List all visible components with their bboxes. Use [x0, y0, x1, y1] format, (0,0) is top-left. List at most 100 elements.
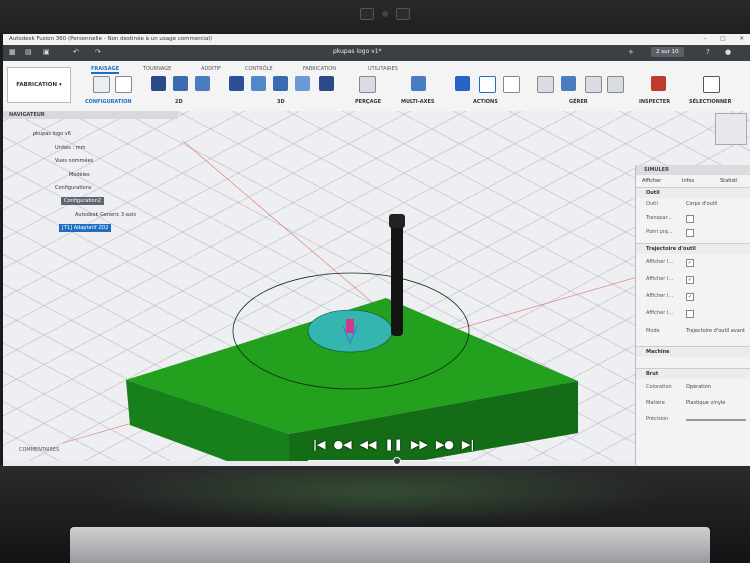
tab-fraisage[interactable]: FRAISAGE: [91, 66, 119, 74]
file-icon[interactable]: ▤: [25, 48, 32, 56]
simulate-icon[interactable]: [455, 76, 470, 91]
tool-display-select[interactable]: Corps d'outil: [686, 200, 718, 209]
post-process-icon[interactable]: [479, 76, 496, 93]
tool-holder: [389, 214, 405, 228]
playback-timeline[interactable]: [308, 460, 468, 461]
tab-utilitaires[interactable]: UTILITAIRES: [368, 66, 398, 72]
playback-scrubber[interactable]: [393, 457, 401, 465]
select-icon[interactable]: [703, 76, 720, 93]
redo-icon[interactable]: ↷: [95, 48, 101, 56]
tab-fabrication[interactable]: FABRICATION: [303, 66, 336, 72]
tree-adaptive-op[interactable]: [T1] Adaptatif 2D2: [59, 224, 112, 232]
section-tool[interactable]: Outil: [636, 187, 750, 198]
undo-icon[interactable]: ↶: [73, 48, 79, 56]
toolpath-checkbox-4[interactable]: [686, 310, 694, 318]
forward-icon[interactable]: ▶▶: [411, 438, 428, 451]
title-bar: Autodesk Fusion 360 (Personnelle - Non d…: [3, 34, 750, 45]
save-icon[interactable]: ▣: [43, 48, 50, 56]
group-inspecter[interactable]: INSPECTER: [639, 99, 670, 105]
3d-contour-icon[interactable]: [295, 76, 310, 91]
group-selectionner[interactable]: SÉLECTIONNER: [689, 99, 731, 105]
2d-contour-icon[interactable]: [173, 76, 188, 91]
setup-sheet-icon[interactable]: [503, 76, 520, 93]
section-machine[interactable]: Machine: [636, 346, 750, 357]
group-actions[interactable]: ACTIONS: [473, 99, 498, 105]
group-multi-axes[interactable]: MULTI-AXES: [401, 99, 434, 105]
section-toolpath[interactable]: Trajectoire d'outil: [636, 243, 750, 254]
simulate-panel: SIMULER Afficher Infos Statisti Outil Ou…: [635, 165, 750, 465]
new-setup-icon[interactable]: [115, 76, 132, 93]
window-title: Autodesk Fusion 360 (Personnelle - Non d…: [9, 36, 212, 42]
rewind-icon[interactable]: ◀◀: [360, 438, 377, 451]
toolpath-mode-select[interactable]: Trajectoire d'outil avant: [686, 327, 745, 336]
3d-adaptive-icon[interactable]: [229, 76, 244, 91]
laptop-keyboard-deck: [70, 527, 710, 563]
toolpath-checkbox-2[interactable]: ✓: [686, 276, 694, 284]
stock-coloring-select[interactable]: Opération: [686, 383, 711, 392]
section-stock[interactable]: Brut: [636, 368, 750, 379]
minimize-icon[interactable]: –: [703, 34, 706, 45]
transparency-checkbox[interactable]: [686, 215, 694, 223]
document-tab-bar: ▦ ▤ ▣ ↶ ↷ pkupas logo v1* + 2 sur 10 ? ●: [3, 45, 750, 61]
2d-pocket-icon[interactable]: [151, 76, 166, 91]
workspace-switcher[interactable]: FABRICATION ▾: [7, 67, 71, 103]
tool-library-icon[interactable]: [537, 76, 554, 93]
tree-named-views[interactable]: Vues nommées: [55, 158, 93, 164]
grid-icon[interactable]: ▦: [9, 48, 16, 56]
tab-additif[interactable]: ADDITIF: [201, 66, 221, 72]
skip-start-icon[interactable]: |◀: [313, 438, 325, 451]
tab-controle[interactable]: CONTRÔLE: [245, 66, 273, 72]
pivot-checkbox[interactable]: [686, 229, 694, 237]
template-icon[interactable]: [561, 76, 576, 91]
tree-configurations[interactable]: Configurations: [55, 185, 92, 191]
group-percage[interactable]: PERÇAGE: [355, 99, 381, 105]
account-icon[interactable]: ●: [725, 48, 731, 56]
laptop-bezel-top: [0, 0, 750, 36]
tool-tip: [346, 319, 354, 333]
comments-label[interactable]: COMMENTAIRES: [19, 447, 59, 453]
pause-icon[interactable]: ❚❚: [384, 438, 402, 451]
group-configuration[interactable]: CONFIGURATION: [85, 99, 132, 105]
next-op-icon[interactable]: ▶●: [436, 438, 454, 451]
document-tab[interactable]: pkupas logo v1*: [333, 48, 382, 55]
tab-tournage[interactable]: TOURNAGE: [143, 66, 171, 72]
tab-statistiques[interactable]: Statisti: [720, 178, 738, 184]
group-gerer[interactable]: GÉRER: [569, 99, 588, 105]
tree-setup2[interactable]: Configuration2: [61, 197, 105, 205]
group-2d[interactable]: 2D: [175, 99, 183, 105]
tree-models[interactable]: Modèles: [69, 172, 90, 178]
maximize-icon[interactable]: □: [720, 34, 725, 45]
fusion360-window: Autodesk Fusion 360 (Personnelle - Non d…: [3, 34, 750, 466]
screen-reflection: [90, 470, 670, 526]
toolpath-checkbox-3[interactable]: ✓: [686, 293, 694, 301]
3d-parallel-icon[interactable]: [273, 76, 288, 91]
toolpath-checkbox-1[interactable]: ✓: [686, 259, 694, 267]
tab-infos[interactable]: Infos: [682, 178, 694, 184]
stock-material-select[interactable]: Plastique vinyle: [686, 399, 725, 408]
job-status-badge[interactable]: 2 sur 10: [651, 47, 684, 57]
tab-afficher[interactable]: Afficher: [642, 178, 661, 184]
tree-units[interactable]: Unités : mm: [55, 145, 85, 151]
close-icon[interactable]: ✕: [739, 34, 744, 45]
drill-icon[interactable]: [359, 76, 376, 93]
3d-scallop-icon[interactable]: [319, 76, 334, 91]
post-library-icon[interactable]: [607, 76, 624, 93]
webcam-area: [360, 8, 410, 20]
prev-op-icon[interactable]: ●◀: [333, 438, 351, 451]
3d-pocket-icon[interactable]: [251, 76, 266, 91]
tree-root[interactable]: pkupas logo v6: [33, 131, 71, 137]
viewcube[interactable]: [715, 113, 747, 145]
new-tab-icon[interactable]: +: [628, 48, 634, 56]
skip-end-icon[interactable]: ▶|: [462, 438, 474, 451]
measure-icon[interactable]: [651, 76, 666, 91]
precision-slider[interactable]: [686, 419, 746, 421]
help-icon[interactable]: ?: [706, 48, 710, 56]
navigator-header: NAVIGATEUR: [3, 111, 178, 119]
setup-icon[interactable]: [93, 76, 110, 93]
multi-axis-icon[interactable]: [411, 76, 426, 91]
tree-machine[interactable]: Autodesk Generic 3-axis: [75, 212, 136, 218]
2d-face-icon[interactable]: [195, 76, 210, 91]
group-3d[interactable]: 3D: [277, 99, 285, 105]
cutting-tool: [391, 216, 403, 336]
machine-library-icon[interactable]: [585, 76, 602, 93]
